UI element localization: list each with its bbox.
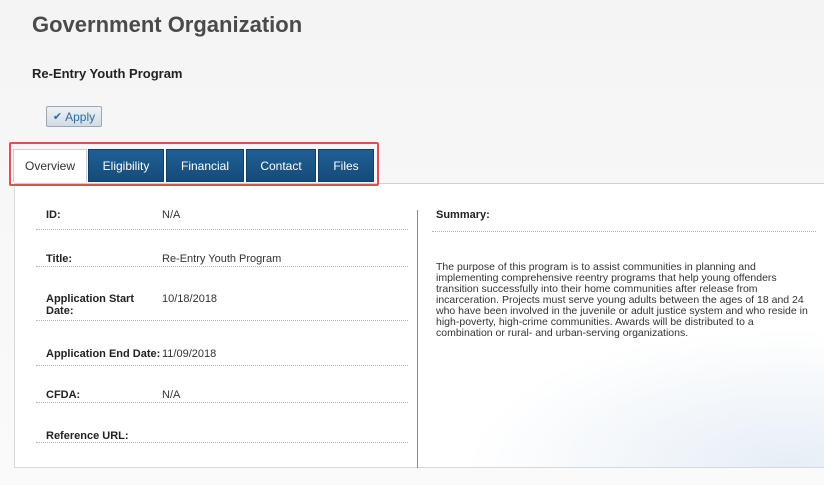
cfda-label: CFDA: <box>46 389 81 401</box>
reference-url-label: Reference URL: <box>46 430 129 442</box>
application-end-value: 11/09/2018 <box>162 348 217 360</box>
application-start-value: 10/18/2018 <box>162 293 218 305</box>
check-icon: ✔ <box>52 111 63 123</box>
summary-divider <box>432 231 816 232</box>
id-value: N/A <box>162 209 181 221</box>
column-divider <box>417 210 418 468</box>
apply-button[interactable]: ✔ Apply <box>46 106 102 127</box>
title-label: Title: <box>46 253 73 265</box>
field-divider <box>36 320 408 321</box>
summary-text: The purpose of this program is to assist… <box>436 261 808 339</box>
application-end-label: Application End Date: <box>46 348 161 360</box>
cfda-value: N/A <box>162 389 181 401</box>
application-start-label: Application Start Date: <box>46 293 135 317</box>
summary-label: Summary: <box>436 209 490 221</box>
organization-title: Government Organization <box>32 12 303 37</box>
tabs-highlight-box <box>9 142 379 186</box>
program-title: Re-Entry Youth Program <box>32 66 183 81</box>
field-divider <box>36 402 408 403</box>
apply-button-label: Apply <box>65 109 96 124</box>
id-label: ID: <box>46 209 61 221</box>
title-value: Re-Entry Youth Program <box>162 253 282 265</box>
field-divider <box>36 442 408 443</box>
field-divider <box>36 229 408 230</box>
field-divider <box>36 266 408 267</box>
field-divider <box>36 365 408 366</box>
